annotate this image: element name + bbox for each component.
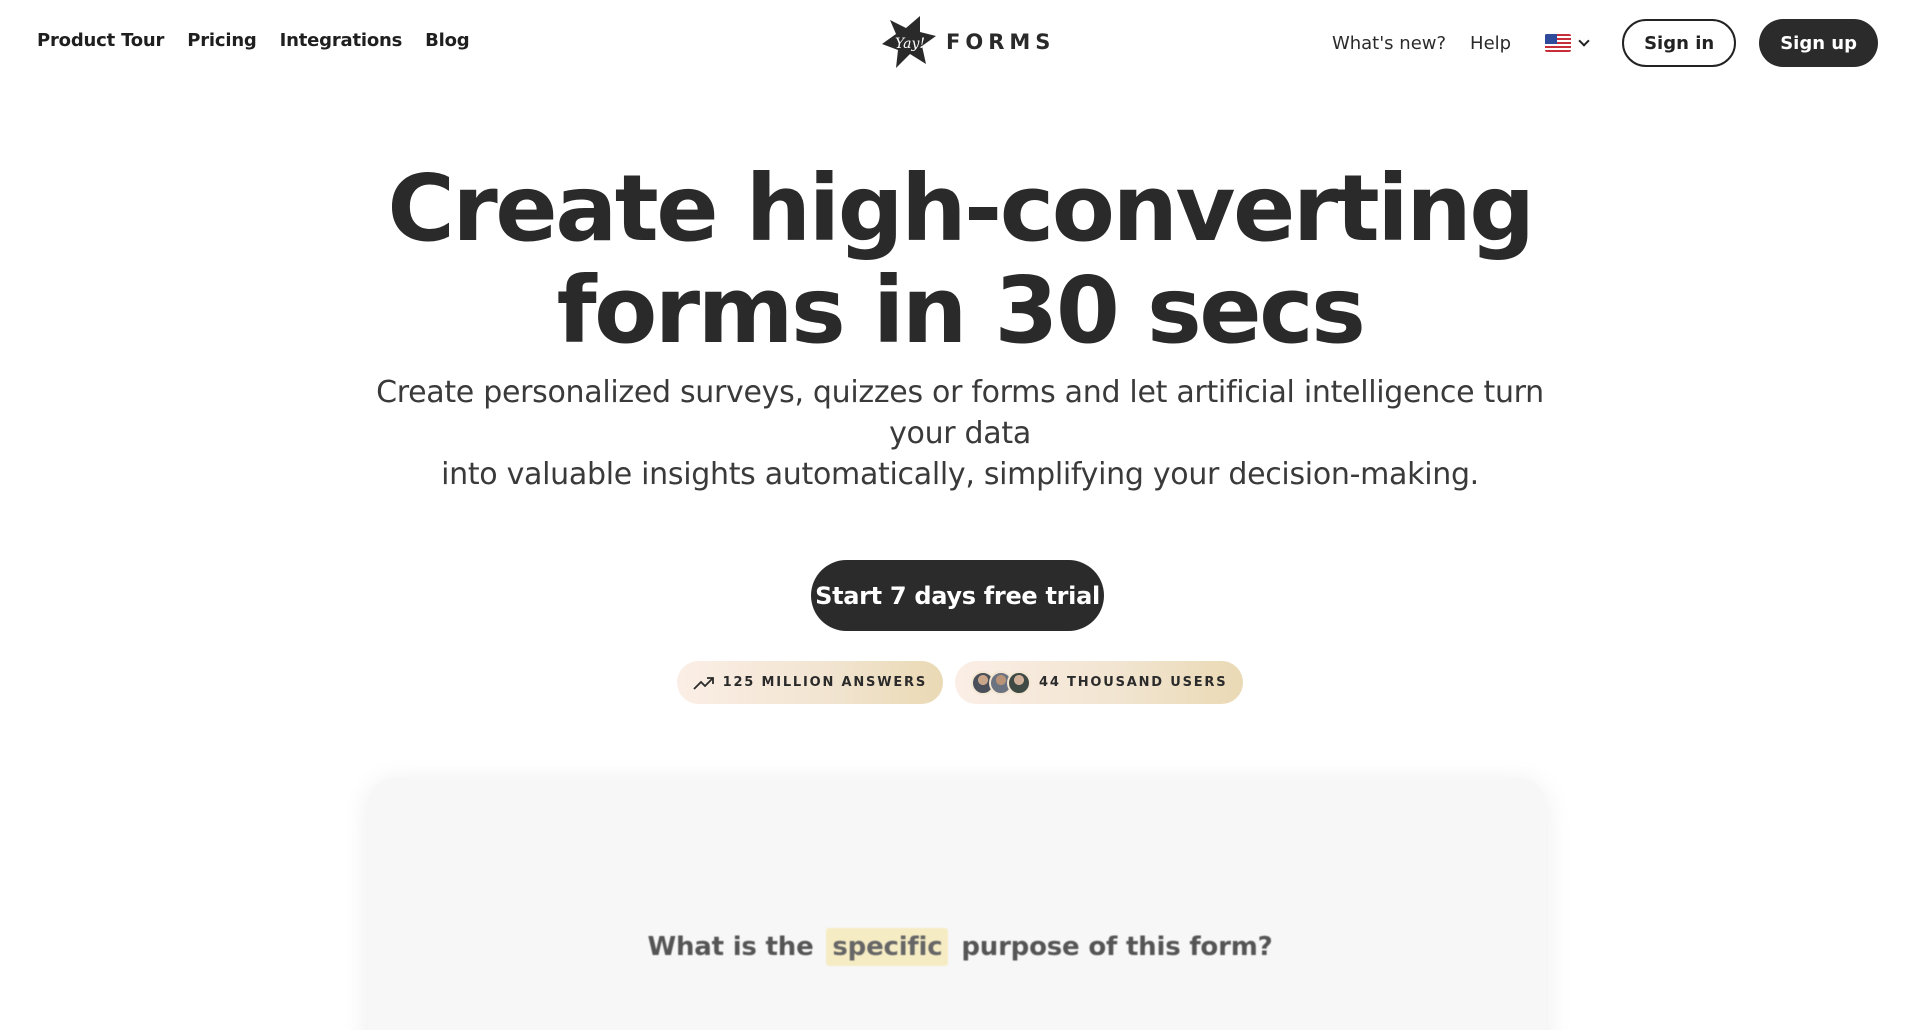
logo-mark-text: Yay! bbox=[895, 36, 925, 52]
question-highlight: specific bbox=[826, 928, 949, 966]
nav-blog[interactable]: Blog bbox=[425, 30, 470, 51]
nav-product-tour[interactable]: Product Tour bbox=[37, 30, 164, 51]
hero-title: Create high-converting forms in 30 secs bbox=[0, 158, 1920, 362]
hero-subtitle: Create personalized surveys, quizzes or … bbox=[360, 372, 1560, 495]
sign-up-button[interactable]: Sign up bbox=[1759, 19, 1878, 67]
hero-title-line-1: Create high-converting bbox=[387, 155, 1535, 262]
hero-title-line-2: forms in 30 secs bbox=[556, 257, 1366, 364]
hero-subtitle-line-1: Create personalized surveys, quizzes or … bbox=[376, 375, 1544, 451]
stats-badges: 125 MILLION ANSWERS 44 THOUSAND USERS bbox=[0, 661, 1920, 704]
page: Product Tour Pricing Integrations Blog Y… bbox=[0, 0, 1920, 1030]
trending-up-icon bbox=[692, 676, 715, 690]
nav-integrations[interactable]: Integrations bbox=[280, 30, 403, 51]
language-selector[interactable] bbox=[1545, 34, 1590, 52]
start-trial-button[interactable]: Start 7 days free trial bbox=[811, 560, 1104, 631]
avatar bbox=[1007, 670, 1032, 695]
logo-text: FORMS bbox=[946, 30, 1056, 54]
answers-badge: 125 MILLION ANSWERS bbox=[676, 661, 944, 704]
top-navigation: Product Tour Pricing Integrations Blog Y… bbox=[0, 0, 1920, 86]
star-logo-icon: Yay! bbox=[882, 16, 936, 68]
brand-logo[interactable]: Yay! FORMS bbox=[880, 14, 1055, 70]
whats-new-link[interactable]: What's new? bbox=[1332, 33, 1446, 54]
hero-subtitle-line-2: into valuable insights automatically, si… bbox=[441, 457, 1479, 492]
question-text-start: What is the bbox=[647, 932, 814, 962]
users-badge: 44 THOUSAND USERS bbox=[955, 661, 1244, 704]
form-preview-card bbox=[368, 778, 1546, 1030]
user-avatars bbox=[971, 670, 1032, 695]
nav-pricing[interactable]: Pricing bbox=[187, 30, 257, 51]
sign-in-button[interactable]: Sign in bbox=[1622, 19, 1737, 67]
preview-question: What is the specific purpose of this for… bbox=[0, 928, 1920, 966]
secondary-nav: What's new? Help Sign in Sign up bbox=[1332, 19, 1878, 67]
primary-nav: Product Tour Pricing Integrations Blog bbox=[37, 30, 470, 51]
users-count: 44 THOUSAND USERS bbox=[1039, 675, 1228, 690]
answers-count: 125 MILLION ANSWERS bbox=[722, 675, 928, 690]
us-flag-icon bbox=[1545, 34, 1572, 52]
help-link[interactable]: Help bbox=[1470, 33, 1511, 54]
chevron-down-icon bbox=[1578, 34, 1590, 47]
question-text-end: purpose of this form? bbox=[961, 932, 1273, 962]
